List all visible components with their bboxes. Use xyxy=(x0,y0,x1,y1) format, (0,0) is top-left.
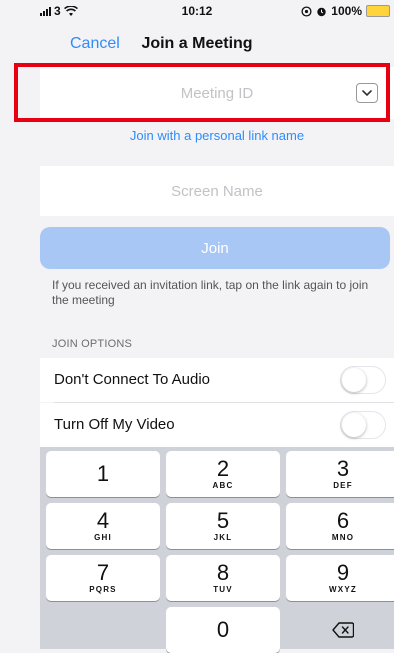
personal-link-name-link[interactable]: Join with a personal link name xyxy=(40,128,394,143)
key-letters: WXYZ xyxy=(329,585,357,594)
option-label-audio: Don't Connect To Audio xyxy=(54,371,211,388)
meeting-id-dropdown-button[interactable] xyxy=(356,83,378,103)
key-8[interactable]: 8 TUV xyxy=(166,555,280,601)
meeting-id-row xyxy=(40,67,394,119)
status-right: 100% xyxy=(301,4,390,18)
key-letters: PQRS xyxy=(89,585,117,594)
screen-name-row xyxy=(40,166,394,216)
key-0[interactable]: 0 xyxy=(166,607,280,653)
lock-rotation-icon xyxy=(301,5,312,17)
numeric-keyboard: 1 2 ABC 3 DEF 4 GHI 5 JKL 6 MNO 7 PQRS 8… xyxy=(40,447,394,653)
video-toggle[interactable] xyxy=(340,411,386,439)
audio-toggle[interactable] xyxy=(340,366,386,394)
key-letters: ABC xyxy=(212,481,234,490)
battery-icon xyxy=(366,5,390,17)
key-letters: DEF xyxy=(333,481,353,490)
key-1[interactable]: 1 xyxy=(46,451,160,497)
battery-percent: 100% xyxy=(331,4,362,18)
key-number: 9 xyxy=(336,560,350,585)
key-number: 4 xyxy=(96,508,110,533)
nav-bar: Cancel Join a Meeting xyxy=(0,22,394,66)
key-3[interactable]: 3 DEF xyxy=(286,451,394,497)
backspace-icon xyxy=(332,622,354,638)
key-number: 6 xyxy=(336,508,350,533)
key-number: 2 xyxy=(216,456,230,481)
key-number: 7 xyxy=(96,560,110,585)
key-number: 3 xyxy=(336,456,350,481)
key-7[interactable]: 7 PQRS xyxy=(46,555,160,601)
key-number: 1 xyxy=(96,461,110,486)
invitation-hint-text: If you received an invitation link, tap … xyxy=(52,278,369,307)
key-number: 5 xyxy=(216,508,230,533)
key-6[interactable]: 6 MNO xyxy=(286,503,394,549)
key-number: 0 xyxy=(216,617,230,642)
option-label-video: Turn Off My Video xyxy=(54,416,175,433)
join-options-header: JOIN OPTIONS xyxy=(52,338,133,350)
chevron-down-icon xyxy=(362,90,372,96)
toggle-knob xyxy=(342,413,366,437)
status-bar: 3 10:12 100% xyxy=(0,0,394,22)
key-letters: JKL xyxy=(213,533,233,542)
screen-name-input[interactable] xyxy=(40,166,394,216)
alarm-icon xyxy=(317,7,326,16)
option-row-audio: Don't Connect To Audio xyxy=(40,358,394,402)
key-letters: GHI xyxy=(94,533,112,542)
delete-key[interactable] xyxy=(286,607,394,653)
join-button[interactable]: Join xyxy=(40,227,390,269)
key-9[interactable]: 9 WXYZ xyxy=(286,555,394,601)
page-title: Join a Meeting xyxy=(141,35,253,52)
key-2[interactable]: 2 ABC xyxy=(166,451,280,497)
key-letters: MNO xyxy=(331,533,355,542)
key-4[interactable]: 4 GHI xyxy=(46,503,160,549)
key-5[interactable]: 5 JKL xyxy=(166,503,280,549)
key-blank xyxy=(46,607,160,653)
toggle-knob xyxy=(342,368,366,392)
option-row-video: Turn Off My Video xyxy=(40,403,394,447)
meeting-id-input[interactable] xyxy=(40,67,394,119)
key-number: 8 xyxy=(216,560,230,585)
key-letters: TUV xyxy=(213,585,233,594)
